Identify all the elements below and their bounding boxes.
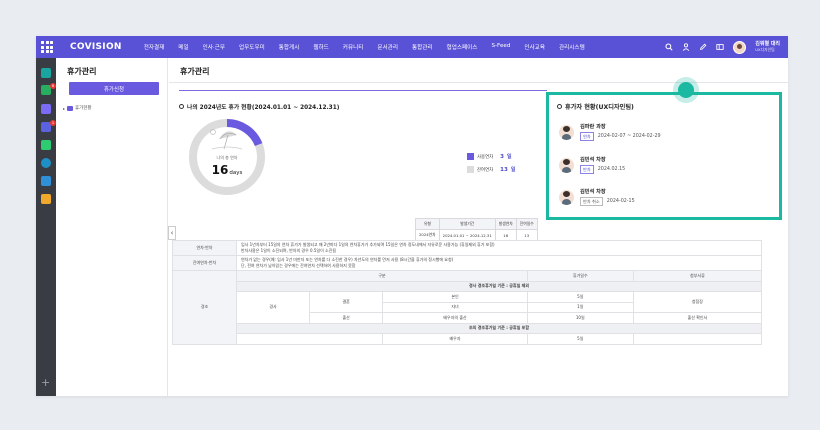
menu-docs[interactable]: 문서관리 [377, 43, 398, 51]
person-avatar [559, 124, 574, 140]
menu-admin[interactable]: 통합관리 [412, 43, 433, 51]
search-icon[interactable] [665, 43, 673, 51]
menu-sfeed[interactable]: S-Feed [491, 43, 510, 51]
calendar-app-icon[interactable] [41, 140, 51, 150]
leave-type-badge: 반차 [580, 165, 594, 174]
remain-days-value: 13 [500, 166, 508, 173]
caret-right-icon: ▸ [63, 105, 66, 111]
menu-hr[interactable]: 인사·근무 [203, 43, 225, 51]
leave-summary-table: 유형 발생기간 발생연차 잔여일수 2024연차 2024.01.01 ~ 20… [415, 218, 538, 241]
user-info[interactable]: 김뭐별 대리 UX디자인팀 [755, 42, 780, 52]
approval-app-icon[interactable] [41, 104, 51, 114]
menu-collab[interactable]: 협업스페이스 [447, 43, 478, 51]
leave-type-badge: 반차 취소 [580, 197, 603, 206]
status-subtitle: 나의 2024년도 휴가 현황(2024.01.01 ~ 2024.12.31) [179, 102, 339, 111]
leave-type-badge: 연차 [580, 132, 594, 141]
vacationer-item[interactable]: 김민석 차장 반차 2024.02.15 [559, 156, 625, 174]
menu-approval[interactable]: 전자결재 [144, 43, 165, 51]
bullet-circle-icon [179, 104, 184, 109]
tree-item-leave-status[interactable]: ▸ 휴가현황 [63, 105, 92, 111]
vacationer-item[interactable]: 김민석 차장 반차 취소 2024-02-15 [559, 188, 635, 206]
vacationer-item[interactable]: 김파란 과장 연차 2024-02-07 ~ 2024-02-29 [559, 123, 661, 141]
vacationer-title: 휴가자 현황(UX디자인팀) [557, 102, 634, 111]
add-app-icon[interactable]: + [41, 376, 50, 389]
logo[interactable]: COVISION [70, 42, 122, 52]
legend-used: 사용연차 3 일 [467, 153, 515, 160]
leave-app-icon[interactable] [41, 194, 51, 204]
leave-date: 2024-02-07 ~ 2024-02-29 [597, 134, 661, 139]
leave-rules-table: 연차·반차 입사 1년차부터 15일의 연차 휴가가 발생되고 매 2년마다 1… [172, 240, 763, 345]
menu-helper[interactable]: 업무도우미 [239, 43, 265, 51]
menu-webhard[interactable]: 웹하드 [313, 43, 328, 51]
people-app-icon[interactable] [41, 176, 51, 186]
menu-board[interactable]: 통합게시 [279, 43, 300, 51]
bullet-circle-icon [557, 104, 562, 109]
vacationer-panel: 휴가자 현황(UX디자인팀) 김파란 과장 연차 2024-02-07 ~ 20… [546, 92, 782, 220]
legend-used-swatch [467, 153, 474, 160]
menu-community[interactable]: 커뮤니티 [343, 43, 364, 51]
folder-icon [67, 105, 74, 111]
home-app-icon[interactable] [41, 68, 51, 78]
top-nav: COVISION 전자결재 메일 인사·근무 업무도우미 통합게시 웹하드 커뮤… [36, 36, 788, 58]
leave-date: 2024-02-15 [606, 199, 635, 204]
menu-education[interactable]: 인사교육 [524, 43, 545, 51]
leave-legend: 사용연차 3 일 잔여연차 13 일 [467, 153, 515, 179]
app-grid-icon[interactable] [36, 36, 58, 58]
main-menu: 전자결재 메일 인사·근무 업무도우미 통합게시 웹하드 커뮤니티 문서관리 통… [144, 43, 599, 51]
menu-mail[interactable]: 메일 [178, 43, 188, 51]
donut-center: 나의 총 연차 16days [187, 117, 267, 197]
highlight-hotspot-dot [678, 82, 694, 98]
person-avatar [559, 157, 574, 173]
tree-item-label: 휴가현황 [75, 106, 92, 111]
menu-system[interactable]: 관리시스템 [559, 43, 585, 51]
leave-date: 2024.02.15 [597, 167, 626, 172]
donut-caption: 나의 총 연차 [216, 155, 238, 161]
table-row: 2024연차 2024.01.01 ~ 2024.12.31 16 13 [415, 229, 538, 241]
collapse-sidebar-button[interactable]: ‹ [168, 226, 176, 240]
panel-accent-bar [179, 90, 547, 91]
org-chart-icon[interactable] [682, 43, 690, 51]
person-name: 김민석 차장 [580, 189, 606, 195]
used-days-value: 3 [500, 153, 504, 160]
app-rail: 6 1 + [36, 58, 56, 396]
sub-sidebar: 휴가관리 휴가신청 ▸ 휴가현황 [56, 58, 168, 396]
person-avatar [559, 189, 574, 205]
person-name: 김민석 차장 [580, 157, 606, 163]
user-dept: UX디자인팀 [755, 47, 775, 53]
drive-app-icon[interactable] [41, 158, 51, 168]
layout-icon[interactable] [716, 43, 724, 51]
total-days: 16days [211, 163, 243, 178]
apply-leave-button[interactable]: 휴가신청 [69, 82, 159, 95]
user-avatar[interactable] [733, 40, 747, 54]
sidebar-title: 휴가관리 [67, 67, 97, 76]
page-title: 휴가관리 [180, 67, 210, 76]
person-name: 김파란 과장 [580, 124, 606, 130]
legend-remain: 잔여연차 13 일 [467, 166, 515, 173]
nav-right: 김뭐별 대리 UX디자인팀 [665, 36, 780, 58]
status-subtitle-text: 나의 2024년도 휴가 현황(2024.01.01 ~ 2024.12.31) [187, 105, 340, 111]
edit-icon[interactable] [699, 43, 707, 51]
legend-remain-swatch [467, 166, 474, 173]
